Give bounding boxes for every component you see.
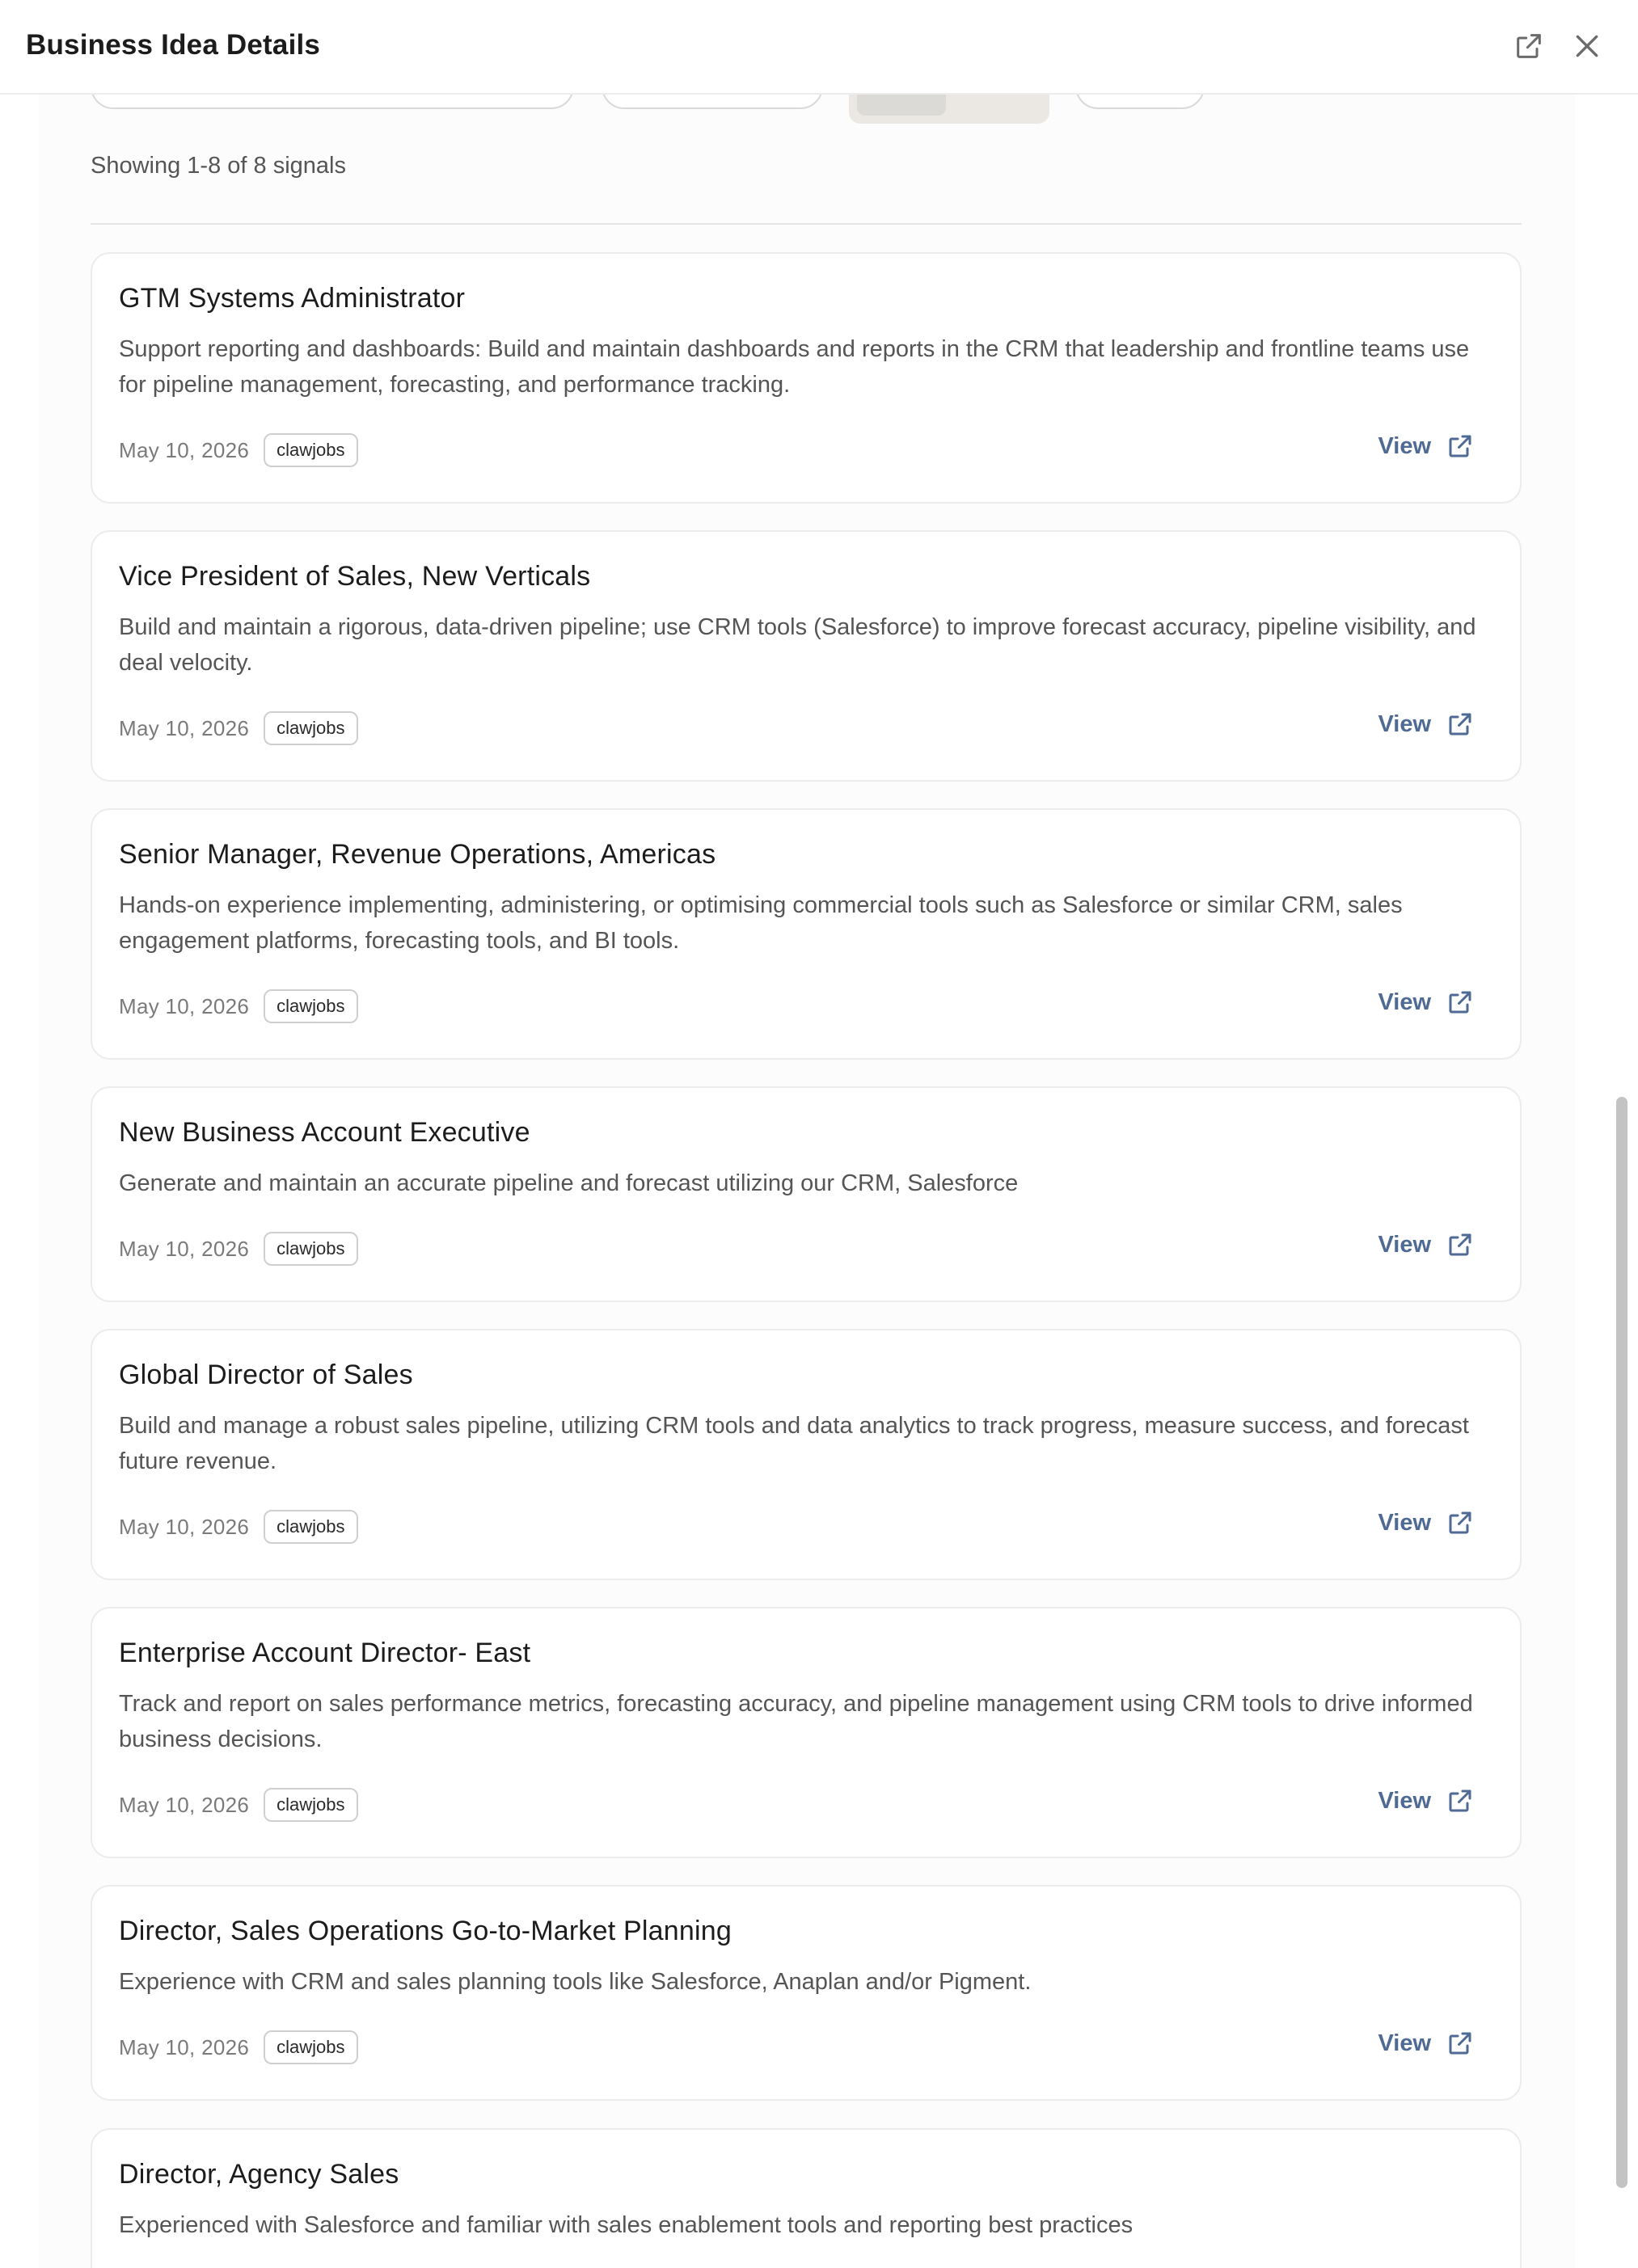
view-signal-link[interactable]: View — [1378, 710, 1475, 739]
view-link-label: View — [1378, 2030, 1431, 2056]
view-toggle[interactable] — [849, 95, 1049, 124]
close-button[interactable] — [1568, 27, 1606, 65]
source-badge: clawjobs — [264, 1510, 358, 1544]
signal-description: Track and report on sales performance me… — [119, 1691, 1473, 1752]
signal-date: May 10, 2026 — [119, 437, 250, 462]
dialog-header: Business Idea Details — [0, 0, 1638, 95]
results-count: Showing 1-8 of 8 signals — [91, 153, 346, 179]
signal-description: Hands-on experience implementing, admini… — [119, 892, 1403, 954]
signal-description: Support reporting and dashboards: Build … — [119, 336, 1470, 398]
signal-title: New Business Account Executive — [119, 1117, 530, 1148]
source-badge: clawjobs — [264, 1232, 358, 1266]
signal-title: Vice President of Sales, New Verticals — [119, 561, 591, 592]
view-signal-link[interactable]: View — [1378, 1508, 1475, 1537]
signal-card[interactable]: GTM Systems Administrator Support report… — [91, 252, 1522, 504]
source-badge: clawjobs — [264, 711, 358, 745]
view-signal-link[interactable]: View — [1378, 988, 1475, 1017]
signal-card[interactable]: Director, Sales Operations Go-to-Market … — [91, 1885, 1522, 2101]
signal-meta: May 10, 2026 clawjobs — [119, 989, 358, 1023]
source-badge: clawjobs — [264, 2030, 358, 2064]
external-link-icon — [1449, 1511, 1471, 1534]
source-badge: clawjobs — [264, 1788, 358, 1822]
divider — [91, 223, 1522, 225]
external-link-icon — [1449, 713, 1471, 736]
view-link-label: View — [1378, 710, 1431, 737]
signal-title: Senior Manager, Revenue Operations, Amer… — [119, 839, 716, 870]
signal-title: Director, Sales Operations Go-to-Market … — [119, 1916, 732, 1946]
signal-description: Experienced with Salesforce and familiar… — [119, 2212, 1134, 2238]
scrollbar-thumb[interactable] — [1616, 1097, 1627, 2188]
signal-card[interactable]: Senior Manager, Revenue Operations, Amer… — [91, 808, 1522, 1060]
open-in-new-window-button[interactable] — [1510, 27, 1547, 65]
signal-card[interactable]: Vice President of Sales, New Verticals B… — [91, 530, 1522, 782]
signal-title: Global Director of Sales — [119, 1360, 413, 1390]
signal-description: Build and manage a robust sales pipeline… — [119, 1413, 1469, 1474]
close-icon — [1576, 35, 1598, 57]
view-signal-link[interactable]: View — [1378, 1786, 1475, 1815]
signal-title: Enterprise Account Director- East — [119, 1638, 531, 1668]
signal-meta: May 10, 2026 clawjobs — [119, 1232, 358, 1266]
view-signal-link[interactable]: View — [1378, 2029, 1475, 2058]
signal-meta: May 10, 2026 clawjobs — [119, 1788, 358, 1822]
source-badge: clawjobs — [264, 433, 358, 467]
external-link-icon — [1449, 1233, 1471, 1256]
signal-description: Build and maintain a rigorous, data-driv… — [119, 614, 1476, 676]
search-input[interactable] — [91, 95, 574, 109]
external-link-icon — [1449, 2032, 1471, 2055]
signal-description: Experience with CRM and sales planning t… — [119, 1969, 1032, 1995]
signal-card[interactable]: Enterprise Account Director- East Track … — [91, 1607, 1522, 1858]
scrollbar[interactable] — [1614, 95, 1630, 2268]
signal-meta: May 10, 2026 clawjobs — [119, 711, 358, 745]
signal-title: GTM Systems Administrator — [119, 283, 466, 314]
signal-date: May 10, 2026 — [119, 1236, 250, 1261]
view-link-label: View — [1378, 1787, 1431, 1814]
list-view-button[interactable] — [857, 95, 946, 116]
filter-dropdown[interactable] — [602, 95, 823, 109]
signal-meta: May 10, 2026 clawjobs — [119, 433, 358, 467]
external-link-icon — [1449, 991, 1471, 1014]
view-signal-link[interactable]: View — [1378, 432, 1475, 461]
view-link-label: View — [1378, 1509, 1431, 1536]
source-badge: clawjobs — [264, 989, 358, 1023]
signal-card[interactable]: Director, Agency Sales Experienced with … — [91, 2128, 1522, 2268]
signal-meta: May 10, 2026 clawjobs — [119, 1510, 358, 1544]
dialog-body[interactable]: Showing 1-8 of 8 signals GTM Systems Adm… — [0, 95, 1638, 2268]
view-signal-link[interactable]: View — [1378, 1230, 1475, 1259]
signal-date: May 10, 2026 — [119, 2034, 250, 2059]
signal-date: May 10, 2026 — [119, 715, 250, 740]
signal-description: Generate and maintain an accurate pipeli… — [119, 1170, 1019, 1196]
signal-meta: May 10, 2026 clawjobs — [119, 2030, 358, 2064]
view-link-label: View — [1378, 1231, 1431, 1258]
view-link-label: View — [1378, 989, 1431, 1015]
signal-title: Director, Agency Sales — [119, 2159, 399, 2190]
external-link-icon — [1449, 1790, 1471, 1812]
sort-dropdown[interactable] — [1075, 95, 1205, 109]
signal-date: May 10, 2026 — [119, 1792, 250, 1817]
external-link-icon — [1517, 34, 1541, 58]
signal-date: May 10, 2026 — [119, 993, 250, 1018]
dialog-title: Business Idea Details — [26, 29, 321, 61]
external-link-icon — [1449, 435, 1471, 457]
signal-card[interactable]: New Business Account Executive Generate … — [91, 1086, 1522, 1302]
signal-date: May 10, 2026 — [119, 1514, 250, 1539]
signal-card[interactable]: Global Director of Sales Build and manag… — [91, 1329, 1522, 1580]
view-link-label: View — [1378, 432, 1431, 459]
business-idea-details-dialog: Business Idea Details Showing 1-8 of 8 s… — [0, 0, 1638, 2268]
